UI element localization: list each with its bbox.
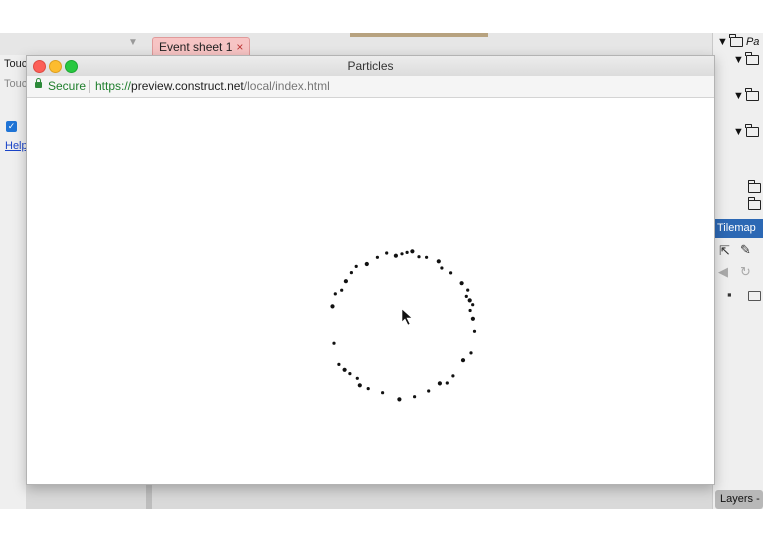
particle [393, 253, 398, 258]
checkbox[interactable]: ✓ [6, 121, 17, 132]
folder-icon [745, 52, 759, 66]
particle [400, 252, 404, 256]
window-titlebar[interactable]: Particles [27, 56, 714, 77]
url-text[interactable]: https://preview.construct.net/local/inde… [95, 76, 330, 97]
save-icon[interactable]: ▪ [727, 287, 732, 302]
particle [340, 288, 344, 292]
particle [471, 303, 475, 307]
particle [460, 358, 466, 363]
particle [337, 362, 341, 366]
particle [468, 308, 472, 313]
folder-icon [729, 34, 743, 48]
particle [449, 271, 453, 275]
tilemap-bar-title: Tilemap [712, 219, 763, 238]
particle [354, 264, 358, 268]
address-bar[interactable]: Secure https://preview.construct.net/loc… [27, 76, 714, 98]
game-viewport[interactable] [27, 98, 714, 484]
particle [366, 387, 370, 391]
particle [330, 304, 335, 309]
particle [427, 389, 431, 393]
particle [332, 341, 336, 345]
particle [410, 249, 415, 254]
particle [405, 250, 409, 254]
particle [348, 372, 352, 376]
particle [385, 251, 389, 255]
folder-icon [747, 197, 761, 211]
rotate-icon[interactable]: ↻ [740, 264, 751, 280]
particle [472, 329, 477, 333]
particle-ring [330, 249, 477, 402]
tab-label: Event sheet 1 [159, 40, 233, 54]
particle [459, 281, 464, 286]
window-title: Particles [347, 59, 394, 73]
particle [445, 381, 449, 385]
preview-window: Particles Secure https://preview.constru… [26, 55, 715, 485]
particle [425, 255, 429, 259]
tree-item-folder-3[interactable]: ▼ [733, 124, 759, 140]
particle [349, 271, 353, 275]
chevron-down-icon[interactable]: ▼ [128, 37, 138, 48]
folder-icon [745, 88, 759, 102]
tab-event-sheet-1[interactable]: Event sheet 1 × [152, 37, 251, 56]
particle [357, 383, 362, 388]
eraser-icon[interactable]: ◀ [718, 264, 728, 280]
secure-label: Secure [48, 79, 87, 93]
particle [342, 367, 347, 372]
address-separator [89, 80, 90, 93]
folder-icon [747, 180, 761, 194]
pencil-icon[interactable]: ✎ [740, 242, 751, 258]
particle [440, 266, 444, 270]
editor-thumbnail [350, 33, 488, 37]
particle [343, 279, 348, 284]
particle [381, 391, 385, 395]
tree-item-folder-4[interactable] [746, 180, 761, 196]
particle [375, 255, 379, 259]
particle [436, 259, 441, 264]
particle [467, 298, 472, 303]
particle [333, 292, 337, 296]
particle [437, 381, 442, 386]
particle [466, 288, 470, 292]
tree-item-folder-1[interactable]: ▼ [733, 52, 759, 68]
particle [451, 374, 455, 378]
lock-icon [35, 78, 42, 88]
particle-canvas [330, 249, 477, 402]
folder-icon[interactable] [748, 291, 761, 301]
particle [464, 294, 468, 298]
particle [469, 351, 473, 355]
tree-item-folder-2[interactable]: ▼ [733, 88, 759, 104]
layers-button[interactable]: Layers - [715, 490, 763, 509]
particle [417, 255, 421, 259]
close-icon[interactable]: × [236, 40, 243, 54]
mouse-cursor-icon [401, 308, 413, 326]
particle [364, 261, 369, 267]
pointer-icon[interactable]: ⇱ [719, 243, 730, 259]
particle [355, 376, 359, 380]
particle [470, 316, 475, 321]
tree-item-root[interactable]: ▼ Pa [717, 34, 759, 50]
particle [397, 397, 402, 402]
help-link[interactable]: Help [5, 140, 28, 152]
particle [413, 395, 417, 399]
tree-item-folder-5[interactable] [746, 197, 761, 213]
folder-icon [745, 124, 759, 138]
